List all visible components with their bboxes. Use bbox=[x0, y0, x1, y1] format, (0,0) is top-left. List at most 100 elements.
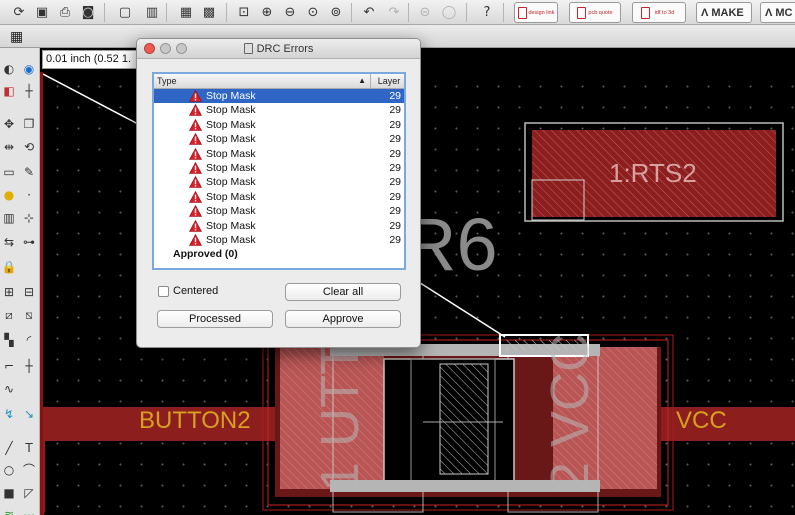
close-button[interactable] bbox=[144, 43, 155, 54]
table-row[interactable]: Stop Mask 29 bbox=[154, 161, 404, 175]
make-button[interactable]: Λ MAKE bbox=[696, 2, 752, 23]
add-icon[interactable]: ⊹ bbox=[21, 210, 37, 226]
clear-all-button[interactable]: Clear all bbox=[285, 283, 401, 301]
rect-icon[interactable]: ■ bbox=[1, 485, 17, 501]
save-icon[interactable]: ▣ bbox=[33, 3, 51, 21]
miter-icon[interactable]: ⌐ bbox=[1, 358, 17, 374]
paste-icon[interactable]: ● bbox=[1, 187, 17, 203]
script-icon[interactable]: ▢ bbox=[116, 3, 134, 21]
smash-icon[interactable]: ⊞ bbox=[1, 284, 17, 300]
table-row[interactable]: Stop Mask 29 bbox=[154, 204, 404, 218]
optimize-icon[interactable]: ⧅ bbox=[21, 307, 37, 323]
table-row[interactable]: Stop Mask 29 bbox=[154, 89, 404, 104]
toolbar-divider bbox=[104, 3, 105, 22]
stop-icon[interactable]: ⊝ bbox=[416, 3, 434, 21]
delete-icon[interactable]: · bbox=[21, 187, 37, 203]
center-pad bbox=[439, 363, 489, 475]
name-icon[interactable]: ⊶ bbox=[21, 234, 37, 250]
info-icon[interactable]: ◐ bbox=[1, 61, 17, 77]
redo-icon[interactable]: ↷ bbox=[385, 3, 403, 21]
board-icon[interactable]: ▦ bbox=[177, 3, 195, 21]
window-titlebar[interactable]: DRC Errors bbox=[137, 39, 420, 59]
error-type: Stop Mask bbox=[206, 90, 256, 102]
route-icon[interactable]: ◜ bbox=[21, 332, 37, 348]
display-icon[interactable]: ◧ bbox=[1, 83, 17, 99]
circle-icon[interactable]: ○ bbox=[1, 462, 17, 478]
error-layer: 29 bbox=[389, 118, 401, 131]
run-icon[interactable]: ▥ bbox=[143, 3, 161, 21]
lock-icon[interactable]: 🔒 bbox=[1, 259, 17, 275]
error-layer: 29 bbox=[389, 219, 401, 232]
table-row[interactable]: Stop Mask 29 bbox=[154, 118, 404, 132]
toolbar-divider bbox=[226, 3, 227, 22]
error-layer: 29 bbox=[389, 147, 401, 160]
zoom-fit-icon[interactable]: ⊡ bbox=[235, 3, 253, 21]
table-row[interactable]: Stop Mask 29 bbox=[154, 175, 404, 189]
centered-label: Centered bbox=[173, 285, 219, 297]
undo-icon[interactable]: ↶ bbox=[360, 3, 378, 21]
open-icon[interactable]: ⟳ bbox=[10, 3, 28, 21]
approve-button[interactable]: Approve bbox=[285, 310, 401, 328]
split-icon[interactable]: ⧄ bbox=[1, 307, 17, 323]
column-header-layer[interactable]: Layer bbox=[372, 74, 404, 88]
silk-text-right: 2 VCC bbox=[540, 332, 600, 492]
replace-icon[interactable]: ⇆ bbox=[1, 234, 17, 250]
trace-curve bbox=[43, 408, 45, 515]
go-icon[interactable]: ◯ bbox=[440, 3, 458, 21]
idf-to-3d-button[interactable]: IDF to 3D bbox=[632, 2, 686, 23]
show-icon[interactable]: ◉ bbox=[21, 61, 37, 77]
table-row[interactable]: Stop Mask 29 bbox=[154, 103, 404, 117]
group-icon[interactable]: ▭ bbox=[1, 164, 17, 180]
table-row[interactable]: Stop Mask 29 bbox=[154, 233, 404, 247]
autodesk-logo-icon: Λ bbox=[701, 6, 709, 19]
change-icon[interactable]: ✎ bbox=[21, 164, 37, 180]
pcb-quote-button[interactable]: PCB quote bbox=[569, 2, 621, 23]
polygon-icon[interactable]: ◸ bbox=[21, 485, 37, 501]
zoom-redraw-icon[interactable]: ⊚ bbox=[327, 3, 345, 21]
table-row[interactable]: Stop Mask 29 bbox=[154, 219, 404, 233]
error-layer: 29 bbox=[389, 190, 401, 203]
fanout-icon[interactable]: ↘ bbox=[21, 406, 37, 422]
table-row[interactable]: Stop Mask 29 bbox=[154, 190, 404, 204]
centered-checkbox[interactable] bbox=[158, 286, 169, 297]
cam-icon[interactable]: ◙ bbox=[79, 3, 97, 21]
table-row[interactable]: Stop Mask 29 bbox=[154, 147, 404, 161]
design-link-button[interactable]: design link bbox=[514, 2, 558, 23]
layer-icon[interactable]: ▩ bbox=[200, 3, 218, 21]
pad-name-label: 1:RTS2 bbox=[609, 158, 697, 188]
zoom-select-icon[interactable]: ⊙ bbox=[304, 3, 322, 21]
table-row[interactable]: Stop Mask 29 bbox=[154, 132, 404, 146]
mark-icon[interactable]: ┼ bbox=[21, 83, 37, 99]
approved-group[interactable]: Approved (0) bbox=[154, 247, 404, 261]
copy-icon[interactable]: ❐ bbox=[21, 116, 37, 132]
mirror-icon[interactable]: ⇹ bbox=[1, 139, 17, 155]
minimize-button[interactable] bbox=[160, 43, 171, 54]
value-icon[interactable]: ⊟ bbox=[21, 284, 37, 300]
arc-icon[interactable]: ⌒ bbox=[21, 462, 37, 478]
help-icon[interactable]: ? bbox=[478, 3, 496, 21]
net-label-right: VCC bbox=[676, 407, 727, 434]
meander-icon[interactable]: ┼ bbox=[21, 358, 37, 374]
errors-table: Type ▲ Layer Stop Mask 29 Stop Mask 29 Stop … bbox=[152, 72, 406, 270]
trash-icon[interactable]: ▥ bbox=[1, 210, 17, 226]
move-icon[interactable]: ✥ bbox=[1, 116, 17, 132]
hole-icon[interactable]: ⋯ bbox=[21, 507, 37, 515]
toolbar-divider bbox=[351, 3, 352, 22]
column-header-type[interactable]: Type ▲ bbox=[154, 74, 371, 88]
mc-button[interactable]: Λ MC bbox=[760, 2, 795, 23]
design-link-icon bbox=[517, 6, 527, 19]
processed-button[interactable]: Processed bbox=[157, 310, 273, 328]
coordinate-display: 0.01 inch (0.52 1. bbox=[42, 50, 142, 69]
length-icon[interactable]: ∿ bbox=[1, 381, 17, 397]
ripup-icon[interactable]: ▚ bbox=[1, 332, 17, 348]
text-icon[interactable]: T bbox=[21, 440, 37, 456]
wire-icon[interactable]: ╱ bbox=[1, 440, 17, 456]
autorouter-icon[interactable]: ↯ bbox=[1, 406, 17, 422]
via-icon[interactable]: ≋ bbox=[1, 507, 17, 515]
grid-icon[interactable]: ▦ bbox=[10, 28, 26, 44]
zoom-out-icon[interactable]: ⊖ bbox=[281, 3, 299, 21]
rotate-icon[interactable]: ⟲ bbox=[21, 139, 37, 155]
zoom-button[interactable] bbox=[176, 43, 187, 54]
print-icon[interactable]: ⎙ bbox=[56, 3, 74, 21]
zoom-in-icon[interactable]: ⊕ bbox=[258, 3, 276, 21]
